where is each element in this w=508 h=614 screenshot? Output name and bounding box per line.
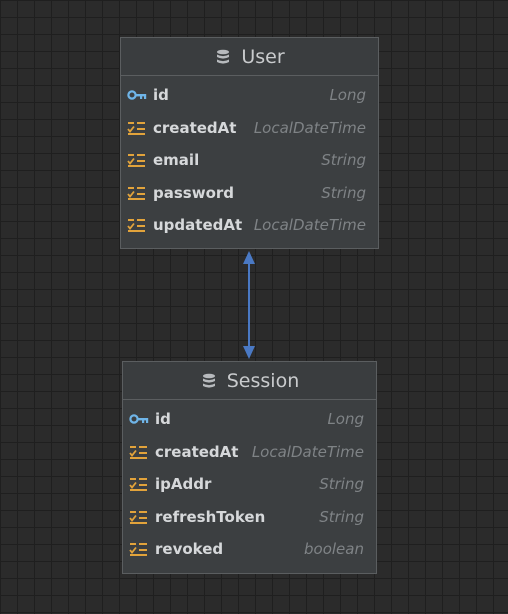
relation-arrow[interactable]	[0, 0, 508, 614]
arrowhead-up-icon	[243, 251, 255, 264]
arrowhead-down-icon	[243, 346, 255, 359]
